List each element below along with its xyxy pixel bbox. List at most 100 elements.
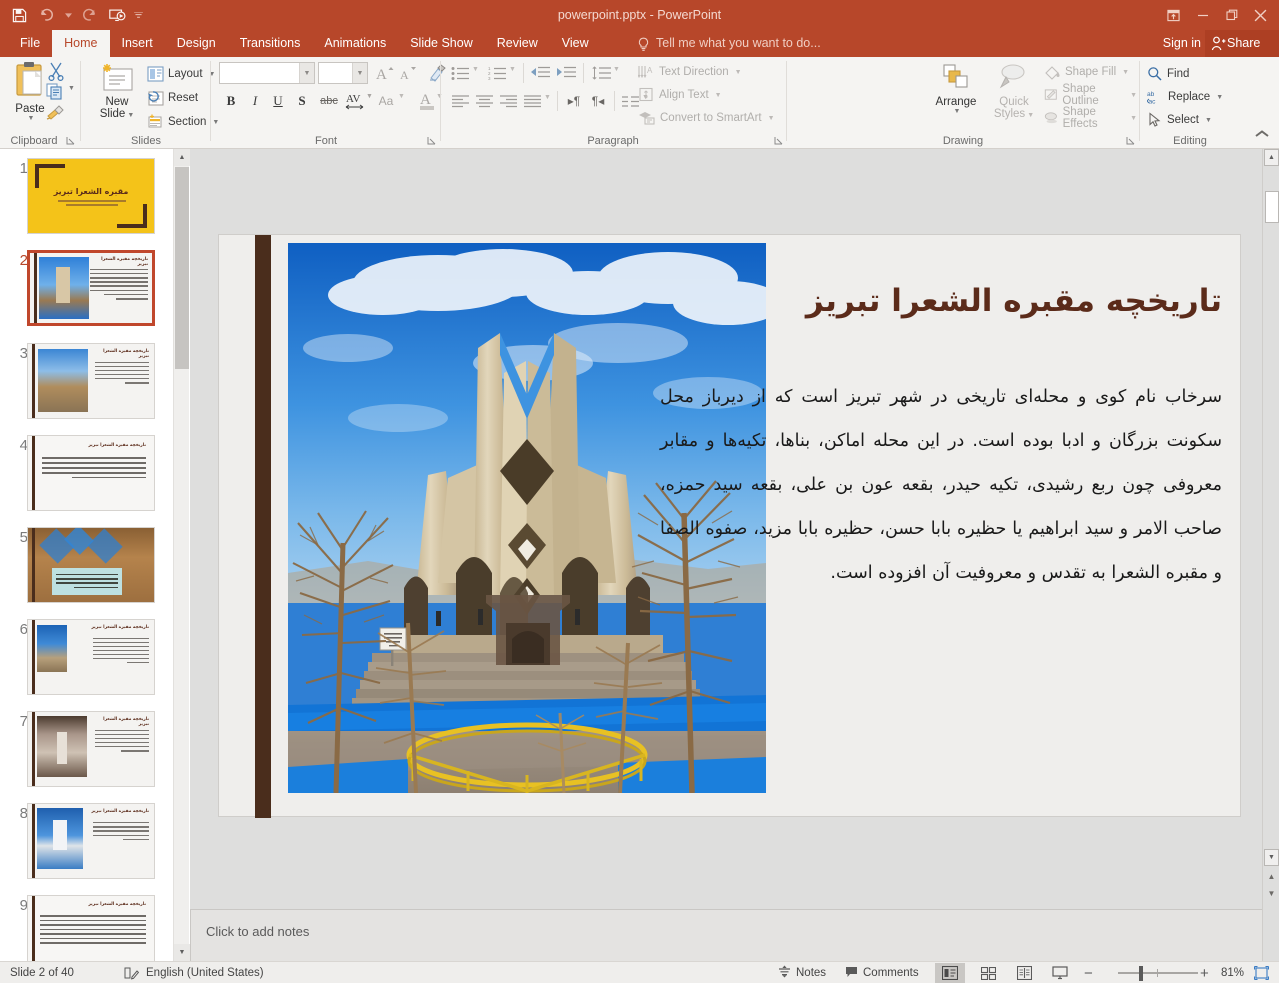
numbering-caret-icon[interactable]: ▼: [509, 66, 516, 73]
slide-indicator[interactable]: Slide 2 of 40: [10, 962, 74, 983]
notes-toggle-button[interactable]: Notes: [778, 962, 826, 983]
zoom-slider-handle[interactable]: [1139, 966, 1143, 981]
shape-outline-button[interactable]: Shape Outline▼: [1044, 84, 1137, 106]
collapse-ribbon-icon[interactable]: [1255, 130, 1269, 141]
select-button[interactable]: Select▼: [1147, 109, 1212, 131]
decrease-font-size-button[interactable]: A: [397, 62, 419, 84]
text-direction-button[interactable]: A Text Direction▼: [638, 61, 742, 83]
start-from-beginning-icon[interactable]: [104, 2, 130, 28]
thumbnail-pane-scrollbar[interactable]: ▲ ▼: [173, 149, 189, 961]
thumbnail-preview[interactable]: تاریخچه مقبره الشعرا تبریز: [27, 803, 155, 879]
scroll-down-icon[interactable]: ▼: [1264, 849, 1279, 866]
thumbnail-preview[interactable]: تاریخچه مقبره الشعرا تبریز: [27, 343, 155, 419]
slide-body-text[interactable]: سرخاب نام کوی و محله‌ای تاریخی در شهر تب…: [660, 375, 1222, 595]
notes-placeholder[interactable]: Click to add notes: [206, 924, 309, 939]
underline-button[interactable]: U: [267, 90, 289, 112]
undo-icon[interactable]: [34, 2, 60, 28]
strikethrough-button[interactable]: abc: [316, 90, 342, 112]
find-button[interactable]: Find: [1147, 63, 1189, 85]
change-case-button[interactable]: Aa: [374, 90, 398, 112]
columns-menu-caret-icon[interactable]: ▼: [642, 94, 649, 101]
restore-icon[interactable]: [1217, 1, 1246, 29]
slide-show-button[interactable]: [1045, 963, 1075, 983]
thumbnail-preview[interactable]: تاریخچه مقبره الشعرا تبریز: [27, 619, 155, 695]
comments-toggle-button[interactable]: Comments: [845, 962, 919, 983]
zoom-level-label[interactable]: 81%: [1221, 962, 1244, 983]
replace-button[interactable]: abac Replace▼: [1147, 86, 1223, 108]
tab-design[interactable]: Design: [165, 30, 228, 57]
increase-indent-button[interactable]: [554, 62, 578, 84]
bullets-button[interactable]: [448, 62, 472, 84]
sign-in-button[interactable]: Sign in: [1163, 30, 1201, 57]
tab-view[interactable]: View: [550, 30, 601, 57]
italic-button[interactable]: I: [244, 90, 266, 112]
align-right-button[interactable]: [496, 90, 520, 112]
scroll-up-icon[interactable]: ▲: [1264, 149, 1279, 166]
font-color-button[interactable]: A: [417, 88, 437, 112]
undo-caret-icon[interactable]: [62, 2, 74, 28]
numbering-button[interactable]: 123: [485, 62, 509, 84]
thumbnail-preview[interactable]: تاریخچه مقبره الشعرا تبریز: [27, 250, 155, 326]
slide-vertical-scrollbar[interactable]: ▲ ▼ ▲ ▼: [1262, 149, 1279, 961]
previous-slide-icon[interactable]: ▲: [1264, 869, 1279, 884]
layout-button[interactable]: Layout▼: [147, 63, 215, 85]
align-text-button[interactable]: Align Text▼: [638, 84, 722, 106]
thumbnail-preview[interactable]: تاریخچه مقبره الشعرا تبریز: [27, 895, 155, 961]
ribbon-display-options-icon[interactable]: [1159, 1, 1188, 29]
decrease-indent-button[interactable]: [528, 62, 552, 84]
slide-editor-area[interactable]: تاریخچه مقبره الشعرا تبریز سرخاب نام کوی…: [190, 149, 1262, 909]
scroll-down-icon[interactable]: ▼: [174, 944, 190, 961]
section-button[interactable]: Section▼: [147, 111, 219, 133]
font-size-input[interactable]: ▼: [318, 62, 368, 84]
scrollbar-thumb[interactable]: [1265, 191, 1279, 223]
change-case-caret-icon[interactable]: ▼: [398, 93, 405, 100]
scroll-up-icon[interactable]: ▲: [174, 149, 190, 166]
line-spacing-caret-icon[interactable]: ▼: [613, 66, 620, 73]
thumbnail-preview[interactable]: مقبره الشعرا تبریز: [27, 158, 155, 234]
font-size-caret-icon[interactable]: ▼: [352, 63, 367, 83]
character-spacing-caret-icon[interactable]: ▼: [366, 93, 373, 100]
columns-button[interactable]: [618, 90, 642, 112]
ltr-text-direction-button[interactable]: ▸¶: [562, 90, 586, 112]
thumbnail-preview[interactable]: [27, 527, 155, 603]
spell-check-icon[interactable]: [124, 962, 139, 983]
slide-title[interactable]: تاریخچه مقبره الشعرا تبریز: [662, 283, 1222, 319]
save-icon[interactable]: [6, 2, 32, 28]
align-center-button[interactable]: [472, 90, 496, 112]
bold-button[interactable]: B: [220, 90, 242, 112]
drawing-dialog-launcher[interactable]: [1126, 136, 1135, 147]
paragraph-dialog-launcher[interactable]: [774, 136, 783, 147]
paste-caret-icon[interactable]: ▼: [28, 115, 35, 122]
font-dialog-launcher[interactable]: [427, 136, 436, 147]
clipboard-dialog-launcher[interactable]: [66, 136, 75, 147]
copy-caret-icon[interactable]: ▼: [68, 85, 75, 92]
tab-slide-show[interactable]: Slide Show: [398, 30, 485, 57]
fit-slide-to-window-button[interactable]: [1254, 962, 1269, 983]
reading-view-button[interactable]: [1009, 963, 1039, 983]
shape-fill-button[interactable]: Shape Fill▼: [1044, 61, 1129, 83]
convert-to-smartart-button[interactable]: Convert to SmartArt▼: [638, 107, 775, 129]
format-painter-button[interactable]: [46, 103, 67, 126]
notes-pane[interactable]: Click to add notes: [190, 909, 1262, 961]
normal-view-button[interactable]: [935, 963, 965, 983]
rtl-text-direction-button[interactable]: ¶◂: [586, 90, 610, 112]
slide-thumbnail-pane[interactable]: 1 مقبره الشعرا تبریز 2 تاریخچه مقبره الش…: [0, 149, 173, 961]
increase-font-size-button[interactable]: A: [374, 62, 396, 84]
close-icon[interactable]: [1246, 1, 1275, 29]
share-button[interactable]: Share: [1205, 30, 1279, 57]
tab-insert[interactable]: Insert: [110, 30, 165, 57]
tab-file[interactable]: File: [8, 30, 52, 57]
shape-effects-button[interactable]: Shape Effects▼: [1044, 107, 1137, 129]
zoom-in-button[interactable]: +: [1200, 962, 1209, 983]
tab-transitions[interactable]: Transitions: [228, 30, 313, 57]
font-name-input[interactable]: ▼: [219, 62, 315, 84]
tab-review[interactable]: Review: [485, 30, 550, 57]
thumbnail-preview[interactable]: تاریخچه مقبره الشعرا تبریز: [27, 711, 155, 787]
scrollbar-thumb[interactable]: [175, 167, 189, 369]
copy-button[interactable]: [46, 83, 65, 105]
tab-home[interactable]: Home: [52, 30, 109, 57]
slide-canvas[interactable]: تاریخچه مقبره الشعرا تبریز سرخاب نام کوی…: [218, 234, 1241, 817]
thumbnail-preview[interactable]: تاریخچه مقبره الشعرا تبریز: [27, 435, 155, 511]
minimize-icon[interactable]: [1188, 1, 1217, 29]
font-name-caret-icon[interactable]: ▼: [299, 63, 314, 83]
